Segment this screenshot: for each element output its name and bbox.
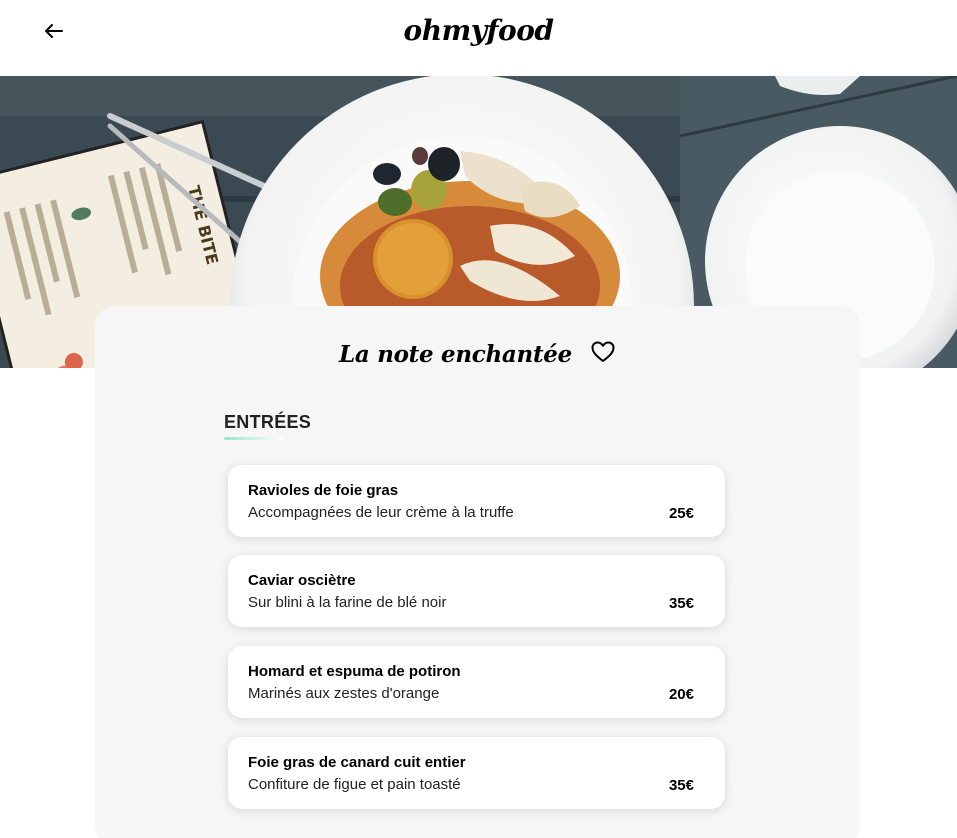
dish-price: 20€ xyxy=(668,686,694,703)
dish-description: Accompagnées de leur crème à la truffe xyxy=(248,504,514,521)
heart-outline-icon xyxy=(591,341,615,368)
dish-card[interactable]: Homard et espuma de potiron Marinés aux … xyxy=(228,646,725,718)
app-logo[interactable]: ohmyfood xyxy=(0,14,957,47)
dish-card[interactable]: Ravioles de foie gras Accompagnées de le… xyxy=(228,465,725,537)
dish-name: Caviar oscièt​re xyxy=(248,572,356,589)
like-button[interactable] xyxy=(590,341,616,367)
restaurant-name: La note enchantée xyxy=(339,340,572,368)
dish-name: Foie gras de canard cuit entier xyxy=(248,754,466,771)
restaurant-title-row: La note enchantée xyxy=(95,336,860,372)
dish-card[interactable]: Foie gras de canard cuit entier Confitur… xyxy=(228,737,725,809)
section-title-entrees: ENTRÉES xyxy=(224,412,312,432)
dish-description: Marinés aux zestes d'orange xyxy=(248,685,440,702)
dish-description: Confiture de figue et pain toasté xyxy=(248,776,461,793)
dish-description: Sur blini à la farine de blé noir xyxy=(248,594,447,611)
dish-price: 35€ xyxy=(668,777,694,794)
dish-name: Ravioles de foie gras xyxy=(248,482,399,499)
dish-price: 25€ xyxy=(668,505,694,522)
dish-card[interactable]: Caviar oscièt​re Sur blini à la farine d… xyxy=(228,555,725,627)
section-underline xyxy=(224,437,285,440)
dish-name: Homard et espuma de potiron xyxy=(248,663,461,680)
dish-price: 35€ xyxy=(668,595,694,612)
app-header: ohmyfood xyxy=(0,0,957,76)
restaurant-menu-card: La note enchantée ENTRÉES Ravioles de fo… xyxy=(95,306,860,838)
